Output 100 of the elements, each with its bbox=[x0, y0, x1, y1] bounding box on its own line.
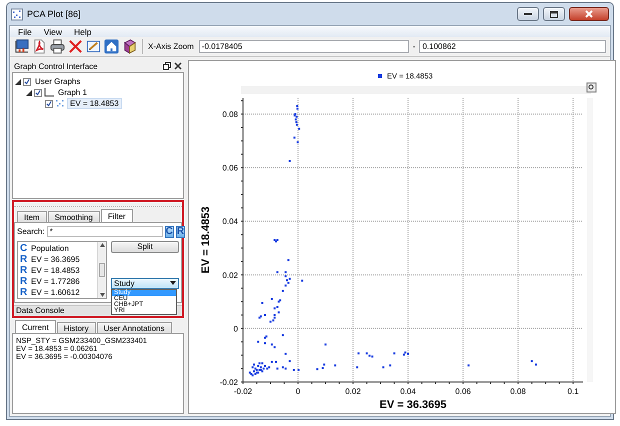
tree-item[interactable]: EV = 18.4853 bbox=[67, 98, 122, 109]
x-tick-label: 0.06 bbox=[455, 387, 471, 396]
home-icon[interactable] bbox=[104, 39, 119, 54]
panel-title: Data Console bbox=[16, 306, 64, 316]
zoom-max-field[interactable]: 0.100862 bbox=[419, 40, 606, 53]
search-field[interactable]: * bbox=[46, 226, 163, 237]
data-point bbox=[284, 352, 287, 355]
x-axis-title: EV = 36.3695 bbox=[380, 399, 446, 411]
data-point bbox=[298, 368, 300, 371]
data-point bbox=[530, 360, 533, 362]
dropdown[interactable]: Study bbox=[111, 278, 179, 288]
checkbox[interactable] bbox=[34, 88, 42, 96]
list-item[interactable]: R EV = 1.77286 bbox=[20, 276, 95, 286]
split-button[interactable]: Split bbox=[111, 240, 179, 252]
minimize-button[interactable] bbox=[517, 7, 539, 21]
data-point bbox=[298, 128, 300, 130]
tab[interactable]: History bbox=[56, 322, 96, 333]
down-arrow-icon[interactable] bbox=[100, 292, 104, 296]
range-separator: - bbox=[412, 42, 416, 51]
tab[interactable]: Smoothing bbox=[48, 210, 100, 222]
data-point bbox=[292, 368, 295, 371]
data-point bbox=[301, 280, 304, 282]
data-point bbox=[296, 141, 299, 144]
maximize-icon bbox=[550, 10, 558, 18]
data-point bbox=[278, 311, 280, 314]
menu-item[interactable]: View bbox=[38, 26, 68, 36]
edit-icon[interactable] bbox=[86, 39, 101, 54]
y-tick-label: 0.08 bbox=[222, 110, 238, 120]
y-axis-title: EV = 18.4853 bbox=[200, 206, 212, 274]
data-point bbox=[393, 352, 396, 354]
zoom-min-field[interactable]: -0.0178405 bbox=[198, 40, 409, 53]
data-point bbox=[358, 352, 360, 354]
chart-icon[interactable] bbox=[14, 39, 29, 54]
scatter-plot-icon bbox=[11, 6, 23, 22]
up-arrow-icon[interactable] bbox=[100, 242, 104, 246]
list-item[interactable]: C Population bbox=[20, 242, 95, 254]
tree-item[interactable]: User Graphs bbox=[33, 77, 82, 86]
scatter-icon bbox=[55, 99, 65, 108]
data-point bbox=[334, 364, 336, 366]
tab[interactable]: Current bbox=[15, 320, 56, 333]
pdf-icon[interactable] bbox=[32, 39, 47, 54]
data-point bbox=[284, 271, 287, 274]
letter-button[interactable]: R bbox=[176, 226, 186, 238]
data-point bbox=[284, 275, 287, 278]
x-tick-label: 0.02 bbox=[345, 387, 361, 396]
data-point bbox=[270, 298, 273, 300]
panel-title: Graph Control Interface bbox=[14, 62, 99, 70]
data-point bbox=[389, 364, 392, 366]
tab[interactable]: Item bbox=[17, 210, 47, 222]
menu-item[interactable]: File bbox=[12, 26, 38, 36]
data-point bbox=[282, 334, 284, 336]
close-icon[interactable] bbox=[174, 62, 182, 70]
data-point bbox=[282, 290, 284, 292]
checkbox[interactable] bbox=[23, 78, 31, 86]
expanded-arrow-icon[interactable] bbox=[26, 90, 32, 96]
data-point bbox=[288, 360, 291, 362]
list-item[interactable]: R EV = 18.4853 bbox=[20, 264, 95, 276]
search-label: Search: bbox=[17, 227, 45, 236]
data-point bbox=[270, 360, 273, 363]
data-point bbox=[257, 340, 260, 343]
list-item[interactable]: R EV = 1.60612 bbox=[20, 286, 95, 298]
float-icon[interactable] bbox=[163, 62, 171, 70]
printer-icon[interactable] bbox=[50, 39, 65, 54]
x-tick-label: -0.02 bbox=[234, 387, 252, 396]
tab[interactable]: Filter bbox=[100, 208, 133, 222]
expanded-arrow-icon[interactable] bbox=[15, 78, 21, 84]
y-tick-label: 0 bbox=[234, 324, 238, 334]
minimize-icon bbox=[524, 12, 532, 16]
zoom-icon[interactable] bbox=[586, 82, 596, 92]
axes-icon bbox=[44, 88, 54, 97]
data-point bbox=[468, 364, 470, 366]
data-point bbox=[316, 368, 318, 370]
x-tick-label: 0.04 bbox=[400, 387, 416, 396]
window-title: PCA Plot [86] bbox=[27, 9, 81, 19]
caret-icon bbox=[170, 281, 176, 285]
data-point bbox=[293, 136, 296, 139]
maximize-button[interactable] bbox=[543, 7, 565, 21]
data-point bbox=[534, 364, 537, 366]
delete-icon[interactable] bbox=[68, 39, 83, 54]
y-tick-label: 0.06 bbox=[222, 164, 238, 173]
scrollbar[interactable] bbox=[97, 242, 106, 298]
x-tick-label: 0.1 bbox=[568, 387, 579, 396]
y-tick-label: 0.04 bbox=[222, 217, 238, 226]
data-point bbox=[276, 271, 278, 274]
data-point bbox=[261, 302, 264, 304]
y-tick-label: 0.02 bbox=[222, 270, 238, 280]
list-item[interactable]: R EV = 36.3695 bbox=[20, 254, 95, 264]
checkbox[interactable] bbox=[45, 100, 53, 108]
data-point bbox=[356, 366, 358, 368]
x-axis-zoom-label: X-Axis Zoom bbox=[148, 42, 194, 51]
tree-item[interactable]: Graph 1 bbox=[56, 88, 89, 97]
y-tick-label: -0.02 bbox=[220, 378, 238, 387]
menu-item[interactable]: Help bbox=[68, 26, 98, 36]
data-point bbox=[382, 366, 384, 368]
letter-button[interactable]: C bbox=[164, 226, 174, 238]
x-tick-label: 0.08 bbox=[510, 387, 526, 396]
data-point bbox=[276, 368, 278, 370]
horizontal-scrollbar[interactable] bbox=[241, 86, 591, 94]
tab[interactable]: User Annotations bbox=[96, 322, 172, 333]
close-button[interactable] bbox=[569, 7, 609, 21]
